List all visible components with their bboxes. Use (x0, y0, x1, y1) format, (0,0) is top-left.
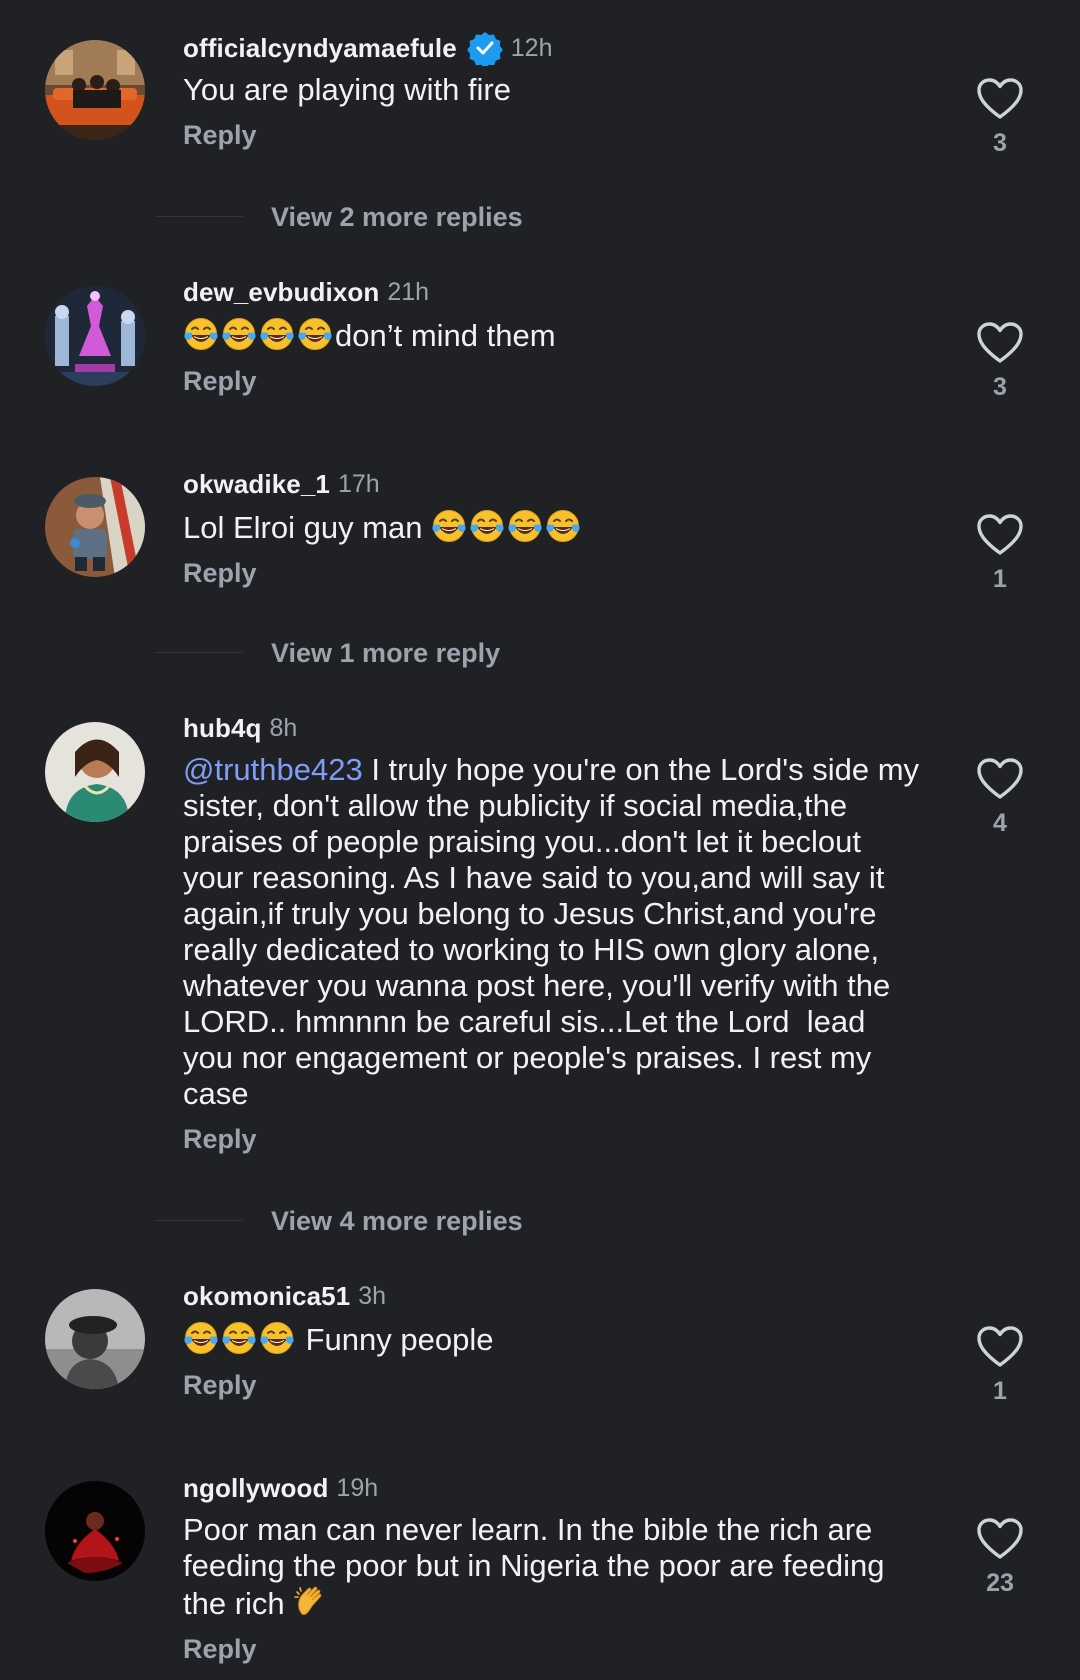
reply-button[interactable]: Reply (183, 1370, 257, 1401)
comment-text-content: Funny people (297, 1322, 494, 1357)
comment-body: okwadike_1 17h Lol Elroi guy man Reply (183, 466, 923, 589)
comment-meta: okwadike_1 17h (183, 466, 923, 502)
comment-text: You are playing with fire (183, 72, 923, 108)
username[interactable]: okwadike_1 (183, 469, 330, 500)
comment-text: Funny people (183, 1320, 923, 1358)
face-with-tears-of-joy-icon (259, 1320, 295, 1356)
like-control[interactable]: 3 (970, 77, 1030, 158)
reply-thread-line (155, 1220, 243, 1221)
timestamp: 12h (510, 33, 553, 62)
red-dress-dark-avatar[interactable] (45, 1481, 145, 1581)
timestamp: 8h (269, 713, 298, 742)
mention-link[interactable]: @truthbe423 (183, 752, 363, 787)
like-count: 3 (993, 373, 1007, 401)
like-control[interactable]: 4 (970, 757, 1030, 838)
comment-meta: hub4q 8h (183, 710, 923, 746)
face-with-tears-of-joy-icon (221, 316, 257, 352)
reply-button[interactable]: Reply (183, 558, 257, 589)
face-with-tears-of-joy-icon (183, 1320, 219, 1356)
comment-body: officialcyndyamaefule 12h You are playin… (183, 30, 923, 151)
verified-badge-icon (467, 30, 503, 66)
face-with-tears-of-joy-icon (259, 316, 295, 352)
face-with-tears-of-joy-icon (297, 316, 333, 352)
like-control[interactable]: 1 (970, 513, 1030, 594)
face-with-tears-of-joy-icon (183, 316, 219, 352)
comment-body: ngollywood 19h Poor man can never learn.… (183, 1470, 923, 1665)
heart-icon[interactable] (976, 1325, 1024, 1369)
reply-thread-line (155, 216, 243, 217)
timestamp: 3h (358, 1281, 387, 1310)
comment-body: hub4q 8h @truthbe423 I truly hope you're… (183, 710, 923, 1155)
comment-meta: officialcyndyamaefule 12h (183, 30, 923, 66)
username[interactable]: dew_evbudixon (183, 277, 379, 308)
reply-button[interactable]: Reply (183, 366, 257, 397)
reply-button[interactable]: Reply (183, 120, 257, 151)
monochrome-portrait-avatar[interactable] (45, 1289, 145, 1389)
reply-button[interactable]: Reply (183, 1634, 257, 1665)
like-count: 23 (986, 1569, 1014, 1597)
face-with-tears-of-joy-icon (507, 508, 543, 544)
like-count: 3 (993, 129, 1007, 157)
comment-text-content: You are playing with fire (183, 72, 511, 107)
username[interactable]: ngollywood (183, 1473, 328, 1504)
comment-meta: okomonica51 3h (183, 1278, 923, 1314)
comment-text: don’t mind them (183, 316, 923, 354)
view-replies-label[interactable]: View 4 more replies (271, 1201, 523, 1241)
heart-icon[interactable] (976, 513, 1024, 557)
heart-icon[interactable] (976, 321, 1024, 365)
heart-icon[interactable] (976, 1517, 1024, 1561)
view-replies-label[interactable]: View 2 more replies (271, 197, 523, 237)
heart-icon[interactable] (976, 757, 1024, 801)
comment-text: Poor man can never learn. In the bible t… (183, 1512, 923, 1622)
comment-meta: dew_evbudixon 21h (183, 274, 923, 310)
view-more-replies[interactable]: View 2 more replies (0, 197, 1080, 237)
reply-thread-line (155, 652, 243, 653)
username[interactable]: okomonica51 (183, 1281, 350, 1312)
view-more-replies[interactable]: View 4 more replies (0, 1201, 1080, 1241)
username[interactable]: officialcyndyamaefule (183, 33, 457, 64)
timestamp: 21h (387, 277, 430, 306)
child-with-cap-avatar[interactable] (45, 477, 145, 577)
face-with-tears-of-joy-icon (469, 508, 505, 544)
face-with-tears-of-joy-icon (431, 508, 467, 544)
like-count: 1 (993, 565, 1007, 593)
comment-text: Lol Elroi guy man (183, 508, 923, 546)
comment-text-content: I truly hope you're on the Lord's side m… (183, 752, 928, 1111)
comment-text: @truthbe423 I truly hope you're on the L… (183, 752, 923, 1112)
heart-icon[interactable] (976, 77, 1024, 121)
like-control[interactable]: 3 (970, 321, 1030, 402)
clapping-hands-icon (293, 1584, 329, 1620)
timestamp: 19h (336, 1473, 379, 1502)
reply-button[interactable]: Reply (183, 1124, 257, 1155)
like-control[interactable]: 1 (970, 1325, 1030, 1406)
comment-text-content: don’t mind them (335, 318, 556, 353)
face-with-tears-of-joy-icon (545, 508, 581, 544)
woman-in-green-avatar[interactable] (45, 722, 145, 822)
face-with-tears-of-joy-icon (221, 1320, 257, 1356)
comment-body: dew_evbudixon 21h don’t mind them Reply (183, 274, 923, 397)
chess-queen-avatar[interactable] (45, 286, 145, 386)
timestamp: 17h (337, 469, 380, 498)
comment-text-content: Poor man can never learn. In the bible t… (183, 1512, 894, 1621)
like-count: 1 (993, 1377, 1007, 1405)
like-count: 4 (993, 809, 1007, 837)
comment-meta: ngollywood 19h (183, 1470, 923, 1506)
view-more-replies[interactable]: View 1 more reply (0, 633, 1080, 673)
view-replies-label[interactable]: View 1 more reply (271, 633, 500, 673)
comment-body: okomonica51 3h Funny people Reply (183, 1278, 923, 1401)
like-control[interactable]: 23 (970, 1517, 1030, 1598)
username[interactable]: hub4q (183, 713, 262, 744)
living-room-photo-avatar[interactable] (45, 40, 145, 140)
comment-text-content: Lol Elroi guy man (183, 510, 432, 545)
